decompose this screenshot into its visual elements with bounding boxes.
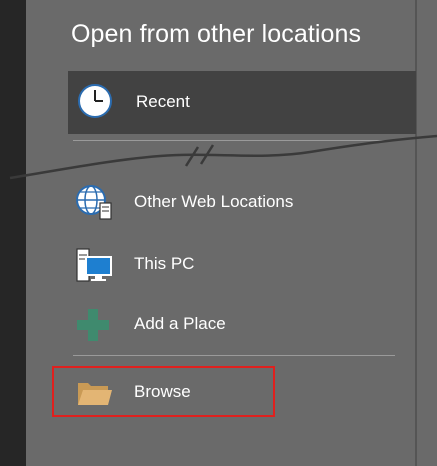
divider-bottom <box>73 355 395 356</box>
location-label: Add a Place <box>134 314 226 333</box>
location-this-pc[interactable]: This PC <box>70 239 400 287</box>
plus-icon <box>74 305 114 343</box>
location-label: Other Web Locations <box>134 192 294 211</box>
recent-item[interactable]: Recent <box>68 71 416 134</box>
panel-border <box>415 0 417 466</box>
highlight-box <box>52 366 275 417</box>
page-title: Open from other locations <box>71 20 362 48</box>
location-add-place[interactable]: Add a Place <box>70 299 400 347</box>
location-label: This PC <box>134 254 195 273</box>
computer-icon <box>74 245 114 283</box>
globe-server-icon <box>74 183 114 221</box>
clock-icon <box>77 83 113 119</box>
location-other-web[interactable]: Other Web Locations <box>70 177 400 225</box>
left-sidebar-strip <box>0 0 26 466</box>
recent-label: Recent <box>136 92 190 111</box>
